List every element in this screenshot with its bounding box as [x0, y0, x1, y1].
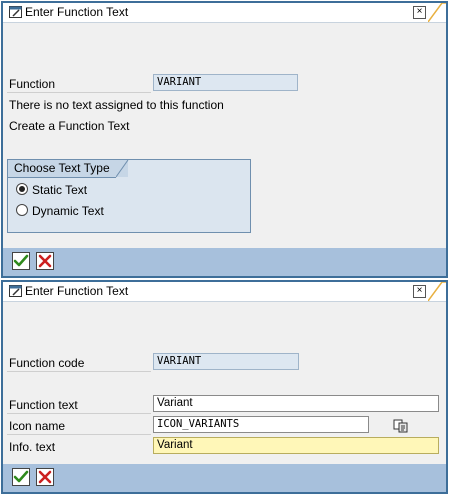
- confirm-button[interactable]: [12, 252, 30, 270]
- search-help-icon[interactable]: [393, 418, 409, 434]
- function-code-field: VARIANT: [153, 353, 299, 370]
- dialog-title: Enter Function Text: [25, 284, 129, 298]
- function-text-label: Function text: [9, 398, 78, 412]
- radio-static-label: Static Text: [32, 183, 88, 197]
- create-text-message: Create a Function Text: [9, 119, 130, 133]
- confirm-button[interactable]: [12, 468, 30, 486]
- divider: [7, 92, 151, 93]
- window-edit-icon: [9, 6, 22, 18]
- info-text-label: Info. text: [9, 440, 56, 454]
- group-header: Choose Text Type: [8, 160, 128, 177]
- enter-function-text-dialog-1: Enter Function Text × Function VARIANT T…: [1, 1, 448, 278]
- function-field: VARIANT: [153, 74, 298, 91]
- confirm-check-icon: [13, 470, 29, 483]
- title-corner-decoration: [428, 282, 446, 301]
- enter-function-text-dialog-2: Enter Function Text × Function code VARI…: [1, 280, 448, 494]
- close-icon[interactable]: ×: [413, 6, 426, 19]
- group-header-slant: [116, 160, 129, 178]
- group-title: Choose Text Type: [14, 161, 110, 175]
- info-text-input[interactable]: Variant: [153, 437, 439, 454]
- dialog-footer: [3, 248, 446, 276]
- divider: [7, 413, 151, 414]
- icon-name-input[interactable]: ICON_VARIANTS: [153, 416, 369, 433]
- divider: [7, 371, 151, 372]
- function-code-label: Function code: [9, 356, 85, 370]
- confirm-check-icon: [13, 254, 29, 267]
- window-edit-icon: [9, 285, 22, 297]
- cancel-button[interactable]: [36, 252, 54, 270]
- cancel-x-icon: [38, 254, 52, 268]
- no-text-message: There is no text assigned to this functi…: [9, 98, 224, 112]
- title-corner-decoration: [428, 3, 446, 22]
- icon-name-label: Icon name: [9, 419, 66, 433]
- radio-dynamic-text[interactable]: Dynamic Text: [16, 204, 104, 218]
- dialog-footer: [3, 464, 446, 492]
- close-icon[interactable]: ×: [413, 285, 426, 298]
- cancel-x-icon: [38, 470, 52, 484]
- radio-selected-icon[interactable]: [16, 183, 28, 195]
- dialog-titlebar: Enter Function Text ×: [3, 282, 446, 302]
- radio-static-text[interactable]: Static Text: [16, 183, 87, 197]
- divider: [7, 434, 151, 435]
- group-header-line: [8, 177, 116, 178]
- function-label: Function: [9, 77, 56, 91]
- radio-unselected-icon[interactable]: [16, 204, 28, 216]
- cancel-button[interactable]: [36, 468, 54, 486]
- dialog-titlebar: Enter Function Text ×: [3, 3, 446, 23]
- choose-text-type-group: Choose Text Type Static Text Dynamic Tex…: [7, 159, 251, 233]
- radio-dynamic-label: Dynamic Text: [32, 204, 104, 218]
- function-text-input[interactable]: Variant: [153, 395, 439, 412]
- dialog-title: Enter Function Text: [25, 5, 129, 19]
